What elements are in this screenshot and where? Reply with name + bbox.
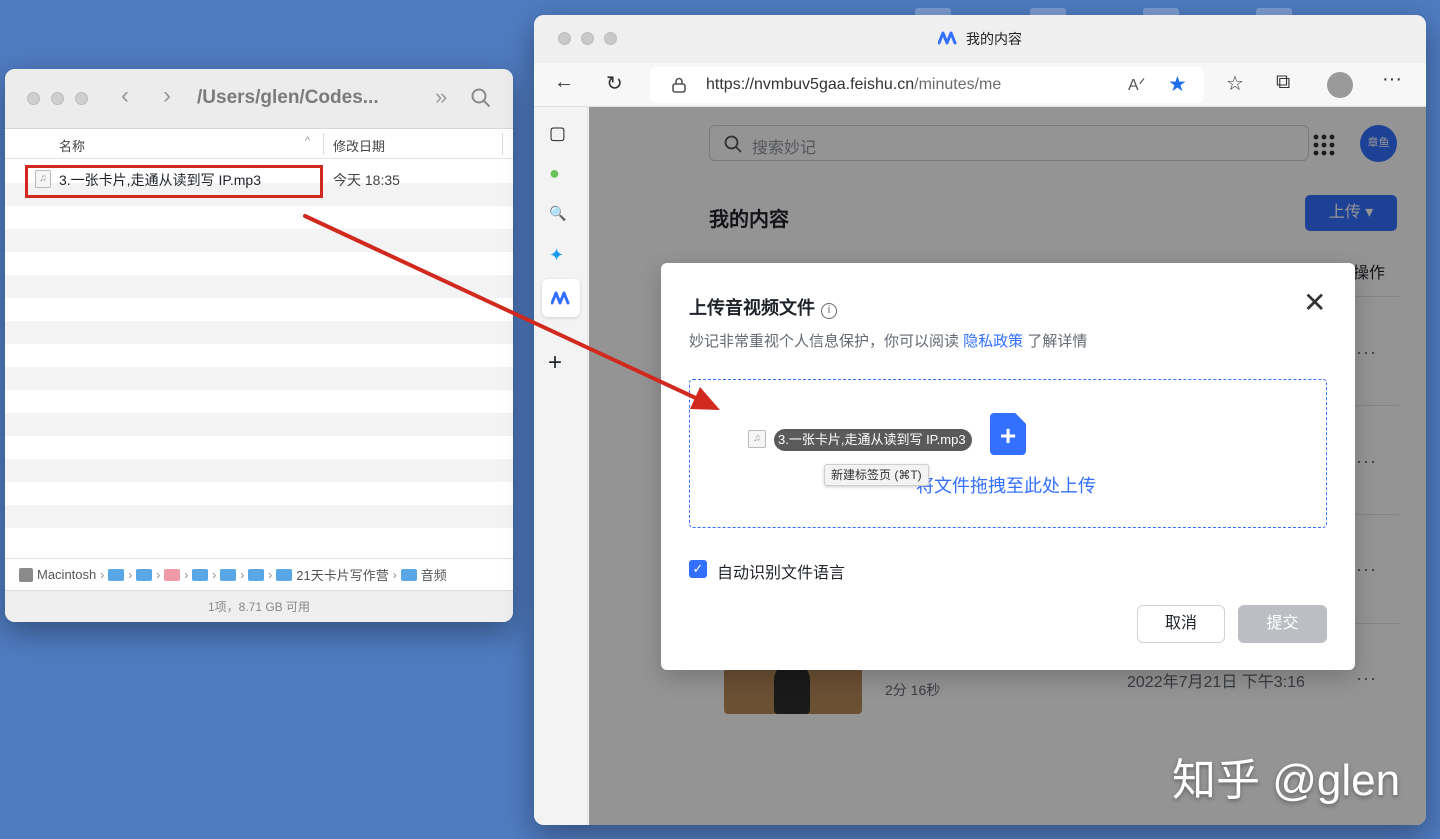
collections-icon[interactable]: ⧉ bbox=[1276, 71, 1290, 94]
back-icon[interactable]: ‹ bbox=[121, 82, 129, 110]
upload-file-icon: + bbox=[990, 413, 1026, 455]
folder-icon[interactable] bbox=[136, 568, 153, 581]
file-date: 今天 18:35 bbox=[333, 172, 400, 188]
dialog-title: 上传音视频文件 i bbox=[689, 294, 837, 320]
url-field[interactable]: https://nvmbuv5gaa.feishu.cn/minutes/me … bbox=[650, 67, 1204, 103]
auto-detect-checkbox[interactable]: ✓ bbox=[689, 560, 707, 578]
search-icon[interactable] bbox=[471, 88, 491, 108]
disk-icon bbox=[19, 567, 33, 582]
dialog-title-text: 上传音视频文件 bbox=[689, 298, 815, 318]
folder-icon[interactable] bbox=[220, 568, 237, 581]
divider bbox=[323, 133, 324, 155]
desc-prefix: 妙记非常重视个人信息保护，你可以阅读 bbox=[689, 333, 964, 350]
read-aloud-icon[interactable]: Aᐟ bbox=[1128, 75, 1145, 95]
more-toolbar-icon[interactable]: » bbox=[435, 84, 447, 110]
cancel-button[interactable]: 取消 bbox=[1137, 605, 1225, 643]
desc-suffix: 了解详情 bbox=[1023, 333, 1088, 350]
back-arrow-icon[interactable]: ← bbox=[554, 71, 574, 94]
sidebar-panel-icon[interactable]: ▢ bbox=[549, 123, 566, 144]
dropzone-text: 将文件拖拽至此处上传 bbox=[916, 476, 1096, 496]
path-root[interactable]: Macintosh bbox=[37, 567, 96, 582]
path-folder-camp[interactable]: 21天卡片写作营 bbox=[296, 565, 388, 584]
feishu-minutes-icon bbox=[551, 291, 570, 305]
favorites-icon[interactable]: ☆ bbox=[1226, 71, 1244, 96]
col-name[interactable]: 名称 bbox=[59, 136, 85, 155]
zoom-light[interactable] bbox=[75, 92, 88, 105]
finder-path-title: /Users/glen/Codes... bbox=[197, 87, 379, 108]
forward-icon[interactable]: › bbox=[163, 82, 171, 110]
dragged-file-label: 3.一张卡片,走通从读到写 IP.mp3 bbox=[774, 429, 972, 451]
info-icon[interactable]: i bbox=[821, 303, 837, 319]
tab-title[interactable]: 我的内容 bbox=[966, 29, 1022, 49]
auto-detect-label[interactable]: 自动识别文件语言 bbox=[717, 559, 845, 583]
finder-rows bbox=[5, 160, 513, 557]
path-folder-audio[interactable]: 音频 bbox=[421, 565, 447, 584]
upload-dropzone[interactable]: + 将文件拖拽至此处上传 ♫ 3.一张卡片,走通从读到写 IP.mp3 新建标签… bbox=[689, 379, 1327, 528]
submit-button[interactable]: 提交 bbox=[1238, 605, 1327, 643]
more-menu-icon[interactable]: ··· bbox=[1382, 68, 1402, 91]
feishu-minutes-icon bbox=[938, 31, 957, 45]
close-icon[interactable]: ✕ bbox=[1303, 289, 1326, 317]
wechat-icon[interactable]: ● bbox=[549, 163, 560, 184]
finder-window: ‹ › /Users/glen/Codes... » 名称 ^ 修改日期 ♫ 3… bbox=[5, 69, 513, 622]
col-modified[interactable]: 修改日期 bbox=[333, 136, 385, 155]
reload-icon[interactable]: ↻ bbox=[606, 71, 623, 96]
profile-avatar[interactable] bbox=[1327, 72, 1353, 98]
finder-status-bar: 1项，8.71 GB 可用 bbox=[5, 590, 513, 622]
url-host: https://nvmbuv5gaa.feishu.cn bbox=[706, 76, 915, 93]
minimize-light[interactable] bbox=[51, 92, 64, 105]
upload-dialog: 上传音视频文件 i ✕ 妙记非常重视个人信息保护，你可以阅读 隐私政策 了解详情 … bbox=[661, 263, 1355, 670]
close-light[interactable] bbox=[27, 92, 40, 105]
browser-sidebar: ▢ ● 🔍 ✦ + bbox=[534, 107, 588, 825]
privacy-policy-link[interactable]: 隐私政策 bbox=[963, 333, 1023, 350]
twitter-icon[interactable]: ✦ bbox=[549, 245, 564, 266]
audio-file-icon: ♫ bbox=[748, 430, 766, 448]
tab-bar: 我的内容 bbox=[534, 15, 1426, 63]
close-light[interactable] bbox=[558, 32, 571, 45]
dialog-description: 妙记非常重视个人信息保护，你可以阅读 隐私政策 了解详情 bbox=[689, 330, 1087, 351]
folder-icon[interactable] bbox=[164, 568, 181, 581]
minimize-light[interactable] bbox=[581, 32, 594, 45]
folder-icon[interactable] bbox=[248, 568, 265, 581]
lock-icon[interactable] bbox=[672, 77, 686, 93]
zoom-light[interactable] bbox=[604, 32, 617, 45]
folder-icon bbox=[400, 568, 417, 581]
folder-icon bbox=[276, 568, 293, 581]
finder-toolbar: ‹ › /Users/glen/Codes... » bbox=[5, 69, 513, 129]
favorite-star-icon[interactable]: ★ bbox=[1168, 72, 1187, 97]
file-highlight-box bbox=[25, 165, 323, 198]
search-engine-icon[interactable]: 🔍 bbox=[549, 205, 566, 222]
watermark: 知乎 @glen bbox=[1172, 756, 1401, 805]
sidebar-item-minutes[interactable] bbox=[542, 279, 580, 317]
sort-chevron-icon: ^ bbox=[305, 135, 311, 147]
path-bar: Macintosh › › › › › › › 21天卡片写作营 › 音频 bbox=[5, 558, 513, 590]
address-toolbar: ← ↻ https://nvmbuv5gaa.feishu.cn/minutes… bbox=[534, 63, 1426, 107]
folder-icon[interactable] bbox=[192, 568, 209, 581]
finder-column-header: 名称 ^ 修改日期 bbox=[5, 129, 513, 159]
folder-icon[interactable] bbox=[108, 568, 125, 581]
url-path: /minutes/me bbox=[914, 76, 1002, 93]
divider bbox=[502, 133, 503, 155]
add-icon[interactable]: + bbox=[548, 349, 562, 377]
tooltip: 新建标签页 (⌘T) bbox=[824, 464, 929, 486]
